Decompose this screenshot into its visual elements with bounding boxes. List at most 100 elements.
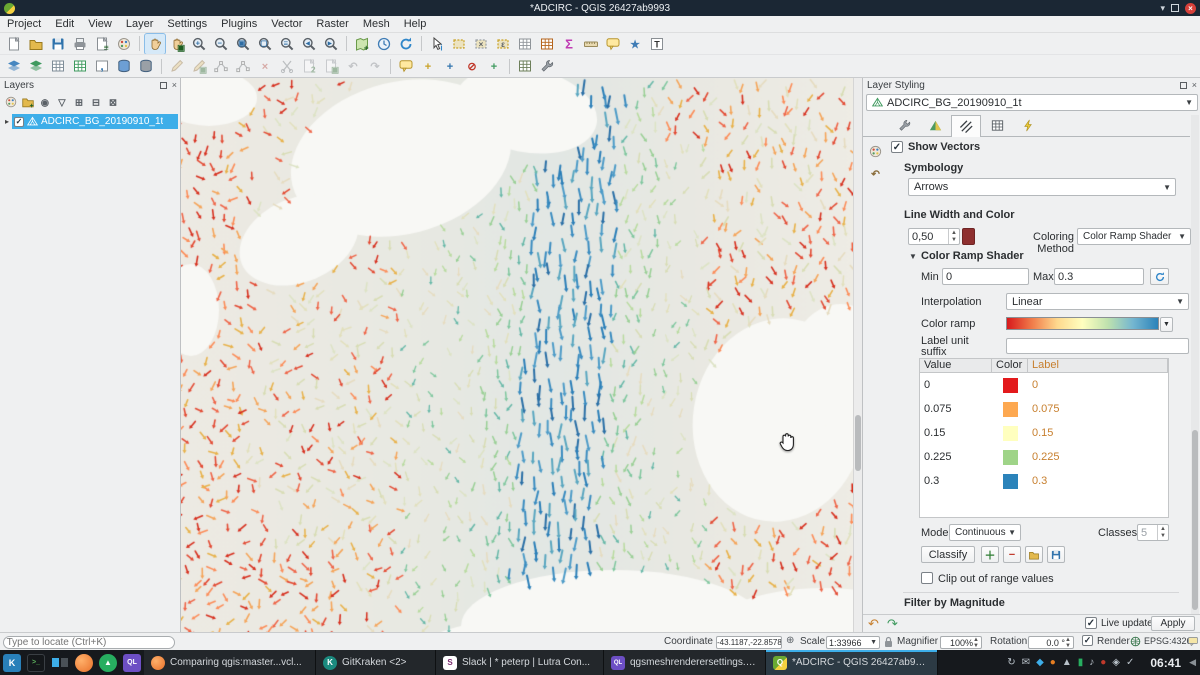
statistical-summary-icon[interactable]: Σ: [559, 34, 579, 54]
add-point-feature-icon[interactable]: +: [418, 56, 438, 76]
pan-map-icon[interactable]: [145, 34, 165, 54]
ramp-value[interactable]: 0.15: [920, 427, 992, 439]
styling-scrollbar-handle[interactable]: [1192, 430, 1198, 610]
add-delimited-text-layer-icon[interactable]: ,: [92, 56, 112, 76]
crs-label[interactable]: EPSG:4326: [1144, 636, 1192, 646]
add-polygon-feature-icon[interactable]: +: [484, 56, 504, 76]
layer-visibility-checkbox[interactable]: ✓: [14, 117, 24, 127]
collapse-arrow-icon[interactable]: ▼: [909, 252, 917, 261]
open-attribute-table-icon[interactable]: [515, 34, 535, 54]
new-project-icon[interactable]: [4, 34, 24, 54]
show-vectors-checkbox[interactable]: ✓: [891, 141, 903, 153]
add-wms-layer-icon[interactable]: [136, 56, 156, 76]
new-map-view-icon[interactable]: +: [352, 34, 372, 54]
konsole-icon[interactable]: >_: [27, 654, 45, 672]
max-input[interactable]: [1054, 268, 1144, 285]
add-group-icon[interactable]: +: [19, 94, 36, 111]
ramp-value[interactable]: 0.3: [920, 475, 992, 487]
styling-layer-combo[interactable]: ADCIRC_BG_20190910_1t ▼: [866, 94, 1198, 111]
ramp-label[interactable]: 0.075: [1028, 403, 1168, 415]
ramp-table-row[interactable]: 0.075 0.075: [920, 397, 1168, 421]
copy-features-icon[interactable]: 2: [299, 56, 319, 76]
ramp-label[interactable]: 0: [1028, 379, 1168, 391]
live-update-checkbox[interactable]: ✓: [1085, 617, 1097, 629]
ramp-color-cell[interactable]: [992, 378, 1028, 393]
green-app-icon[interactable]: ▲: [99, 654, 117, 672]
zoom-next-icon[interactable]: ▸: [321, 34, 341, 54]
titlebar[interactable]: *ADCIRC - QGIS 26427ab9993 ▾ ×: [0, 0, 1200, 16]
ramp-value[interactable]: 0: [920, 379, 992, 391]
select-features-icon[interactable]: [449, 34, 469, 54]
styling-scrollbar[interactable]: [1191, 115, 1199, 614]
ramp-table-row[interactable]: 0.2250.225: [920, 445, 1168, 469]
vertex-tool-icon[interactable]: [233, 56, 253, 76]
frames-tab[interactable]: [982, 115, 1012, 136]
text-annotation-icon[interactable]: T: [647, 34, 667, 54]
refresh-map-icon[interactable]: [396, 34, 416, 54]
label-unit-suffix-input[interactable]: [1006, 338, 1189, 354]
toggle-editing-icon[interactable]: [167, 56, 187, 76]
messages-icon[interactable]: [1188, 637, 1198, 646]
save-ramp-button[interactable]: [1047, 546, 1065, 563]
ramp-label[interactable]: 0.3: [1028, 475, 1168, 487]
undo-icon[interactable]: ↶: [343, 56, 363, 76]
ramp-value[interactable]: 0.075: [920, 403, 992, 415]
spinner-arrows-icon[interactable]: ▲▼: [973, 637, 979, 649]
mode-combo[interactable]: Continuous ▼: [949, 524, 1021, 541]
layer-expander-icon[interactable]: ▸: [2, 117, 12, 126]
map-tips-icon[interactable]: [603, 34, 623, 54]
min-input[interactable]: [942, 268, 1029, 285]
undo-style-icon[interactable]: ↶: [868, 616, 879, 632]
color-ramp-menu-button[interactable]: ▼: [1160, 317, 1173, 332]
save-layer-edits-icon[interactable]: ▣: [189, 56, 209, 76]
add-class-button[interactable]: ＋: [981, 546, 999, 563]
manage-map-themes-icon[interactable]: ◉: [36, 94, 53, 111]
tray-updates-icon[interactable]: ↻: [1007, 657, 1015, 668]
taskbar-task[interactable]: KGitKraken <2>: [316, 650, 436, 675]
select-by-expression-icon[interactable]: ε: [493, 34, 513, 54]
open-project-icon[interactable]: [26, 34, 46, 54]
ramp-table-header-label[interactable]: Label: [1028, 359, 1168, 372]
tray-battery-icon[interactable]: ▮: [1078, 657, 1084, 668]
load-ramp-button[interactable]: [1025, 546, 1043, 563]
tray-clipboard-icon[interactable]: ◈: [1112, 657, 1120, 668]
style-manager-icon[interactable]: [114, 34, 134, 54]
ramp-table-row[interactable]: 00: [920, 373, 1168, 397]
new-print-layout-icon[interactable]: [70, 34, 90, 54]
magnifier-spinner[interactable]: 100% ▲▼: [940, 636, 982, 649]
add-mesh-layer-icon[interactable]: [70, 56, 90, 76]
collapse-all-icon[interactable]: ⊟: [87, 94, 104, 111]
add-annotation-icon[interactable]: [396, 56, 416, 76]
color-swatch[interactable]: [1003, 378, 1018, 393]
tray-notifications-icon[interactable]: ●: [1050, 657, 1056, 668]
open-data-source-manager-icon[interactable]: [4, 56, 24, 76]
tray-keyboard-icon[interactable]: ▲: [1062, 657, 1072, 668]
add-line-feature-icon[interactable]: +: [440, 56, 460, 76]
apply-button[interactable]: Apply: [1151, 616, 1195, 631]
firefox-icon[interactable]: [75, 654, 93, 672]
zoom-in-icon[interactable]: +: [189, 34, 209, 54]
ramp-label[interactable]: 0.15: [1028, 427, 1168, 439]
menu-view[interactable]: View: [81, 16, 119, 32]
app-launcher-icon[interactable]: K: [3, 654, 21, 672]
ramp-color-cell[interactable]: [992, 426, 1028, 441]
window-shade-icon[interactable]: ▾: [1160, 0, 1165, 16]
ramp-table-row[interactable]: 0.3 0.3: [920, 469, 1168, 493]
taskbar-task[interactable]: Q*ADCIRC - QGIS 26427ab9993: [766, 650, 938, 675]
history-tab[interactable]: [1013, 115, 1043, 136]
menu-settings[interactable]: Settings: [160, 16, 214, 32]
menu-project[interactable]: Project: [0, 16, 48, 32]
taskbar-task[interactable]: Comparing qgis:master...vcl...: [144, 650, 316, 675]
zoom-full-icon[interactable]: ▣: [233, 34, 253, 54]
menu-vector[interactable]: Vector: [264, 16, 309, 32]
delete-selected-icon[interactable]: ×: [255, 56, 275, 76]
symbology-tab[interactable]: [920, 115, 950, 136]
clip-checkbox[interactable]: [921, 572, 933, 584]
layout-manager-icon[interactable]: ≡: [92, 34, 112, 54]
classify-button[interactable]: Classify: [921, 546, 975, 563]
rotation-spinner[interactable]: 0.0 ° ▲▼: [1028, 636, 1074, 649]
color-ramp-table[interactable]: ValueColorLabel 000.0750.0750.150.150.22…: [919, 358, 1169, 518]
lock-icon[interactable]: [884, 636, 893, 648]
coordinate-input[interactable]: [716, 636, 782, 649]
vector-settings-tab[interactable]: [951, 115, 981, 137]
